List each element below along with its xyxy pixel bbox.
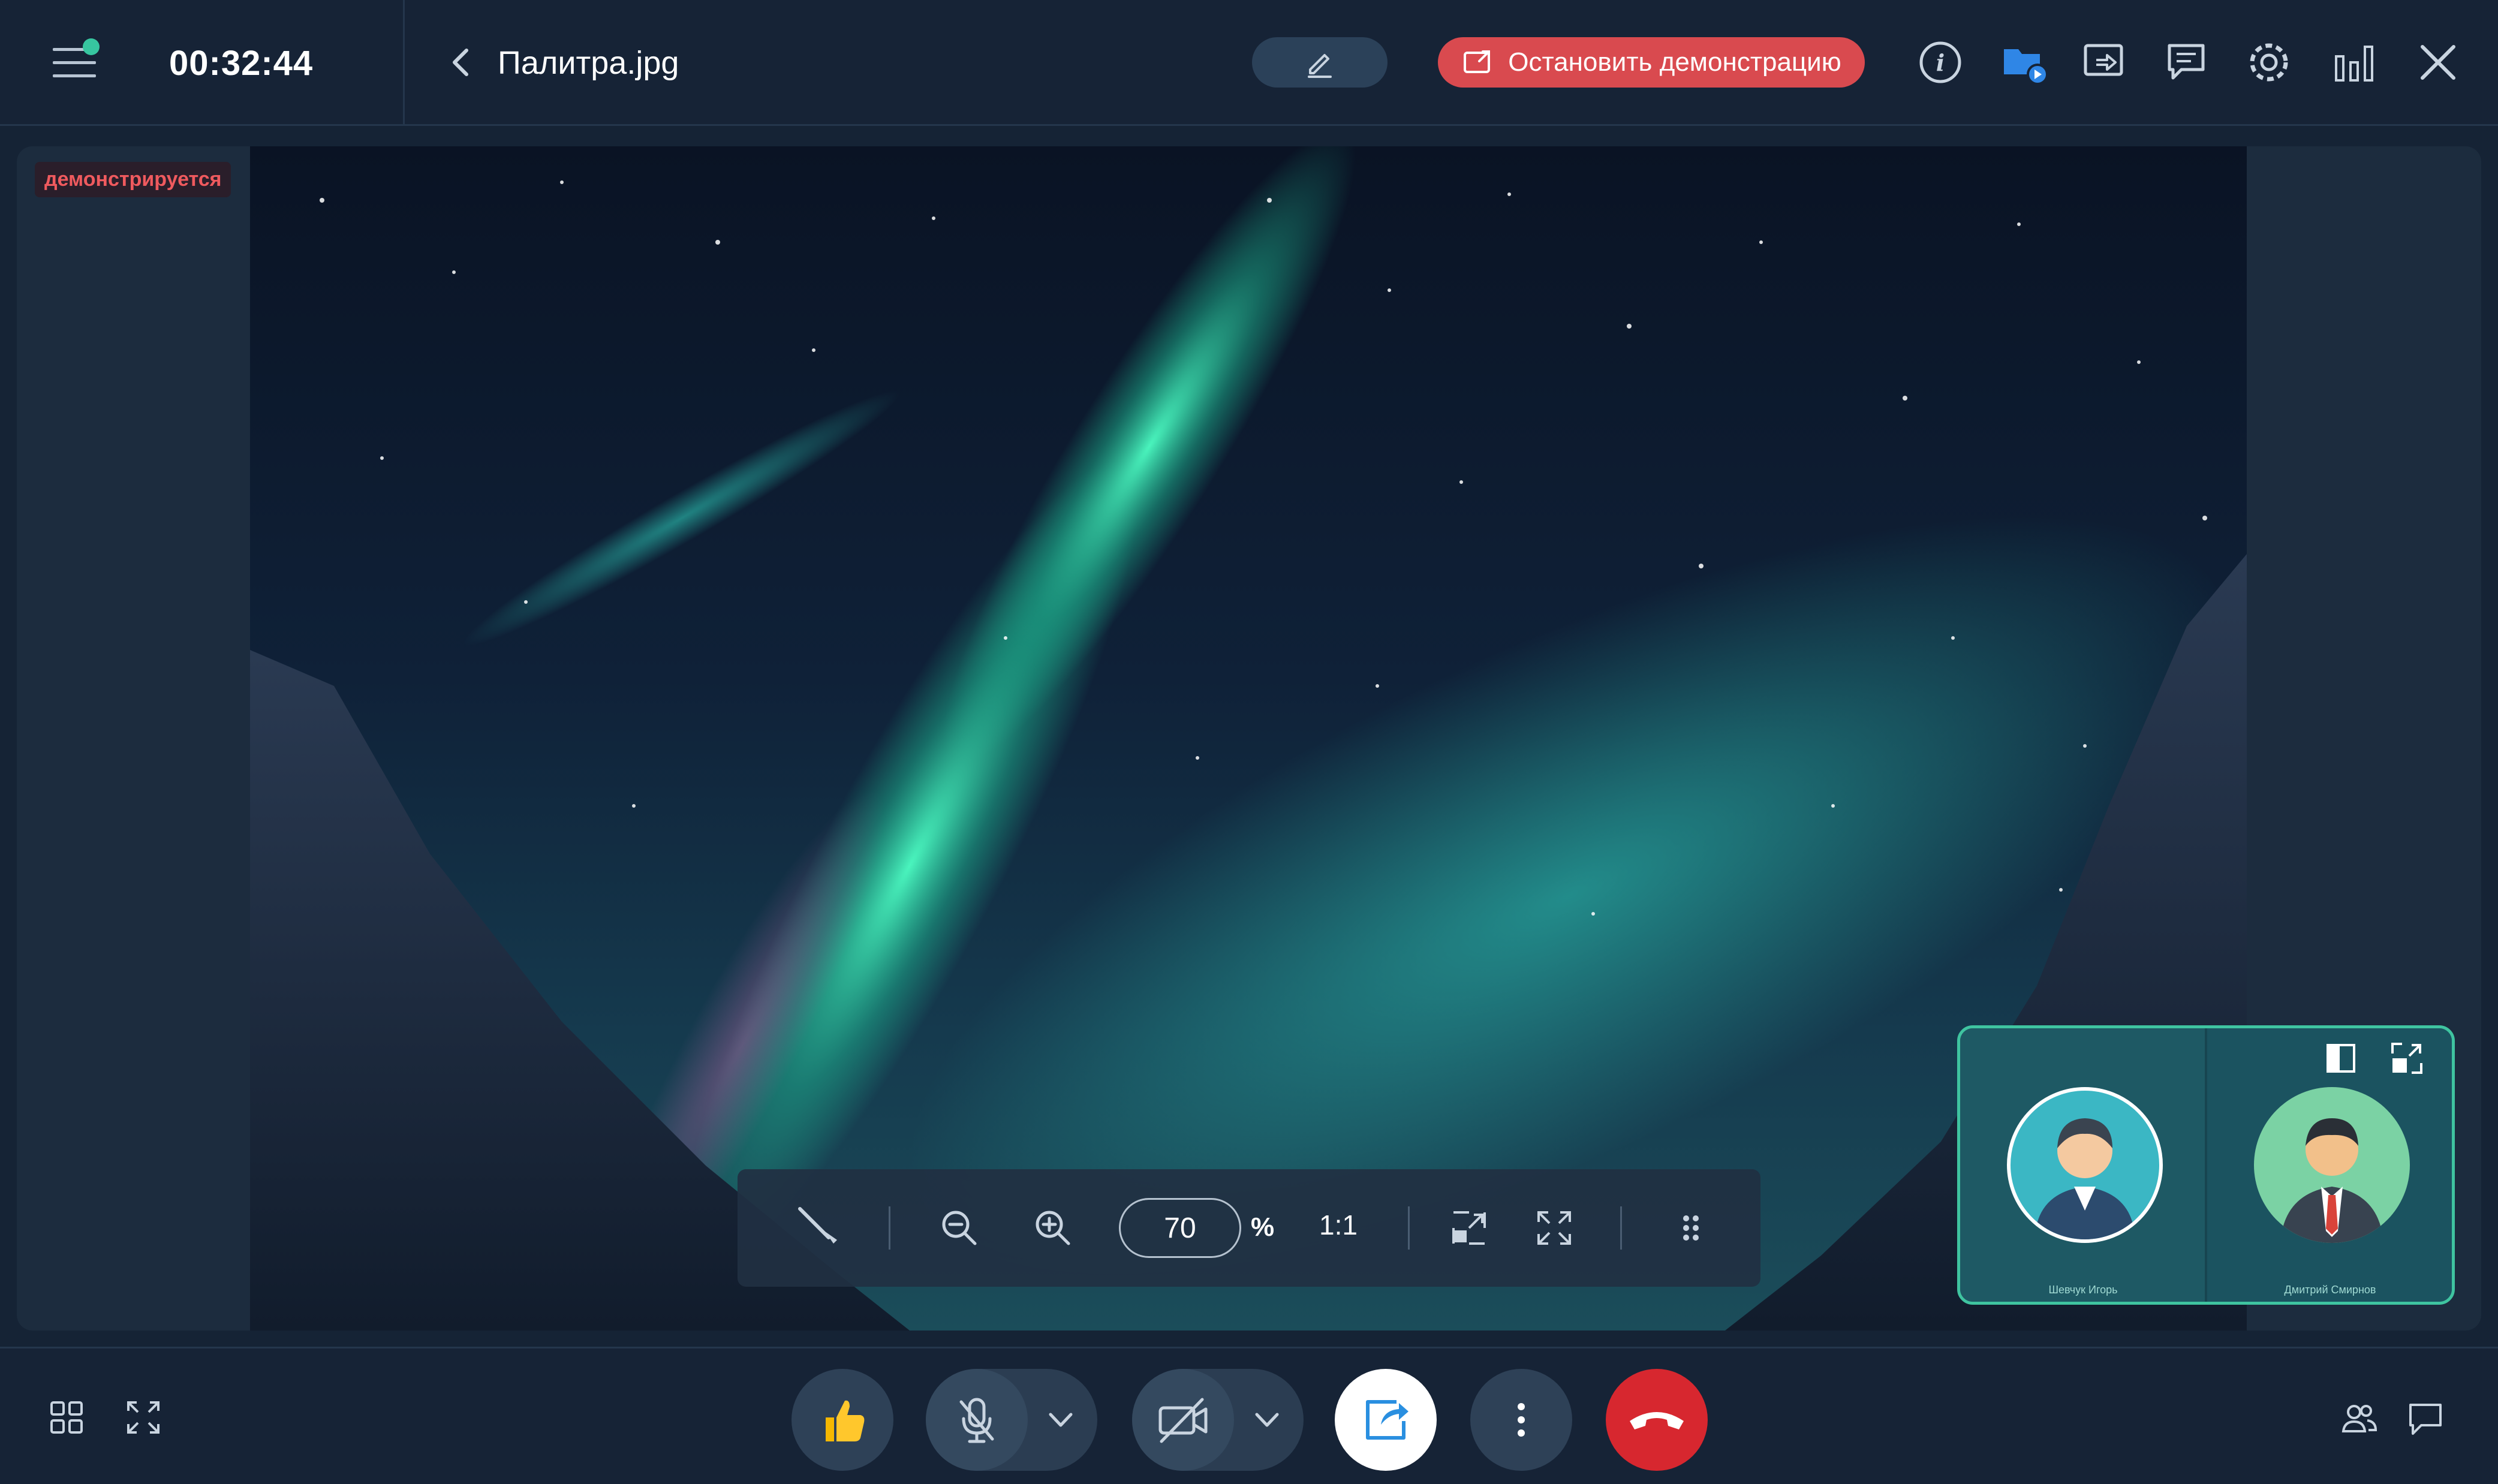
settings-icon[interactable] xyxy=(2245,38,2293,86)
thumbs-up-icon xyxy=(826,1400,865,1441)
avatar xyxy=(2254,1087,2410,1243)
camera-off-icon[interactable] xyxy=(1132,1369,1234,1471)
stop-demo-button[interactable]: Остановить демонстрацию xyxy=(1438,37,1865,88)
participants-icon[interactable] xyxy=(2339,1398,2380,1440)
file-name: Палитра.jpg xyxy=(498,45,679,81)
close-icon[interactable] xyxy=(2414,38,2462,86)
back-icon[interactable] xyxy=(443,43,481,82)
zoom-in-icon[interactable] xyxy=(1029,1200,1077,1256)
chevron-down-icon[interactable] xyxy=(1040,1399,1082,1441)
info-icon[interactable]: i xyxy=(1916,38,1964,86)
zoom-unit: % xyxy=(1251,1212,1275,1242)
pointer-icon[interactable] xyxy=(791,1200,847,1256)
actual-size-button[interactable]: 1:1 xyxy=(1319,1209,1358,1241)
stats-icon[interactable] xyxy=(2330,38,2378,86)
fullscreen-icon[interactable] xyxy=(1530,1200,1578,1256)
zoom-input[interactable] xyxy=(1119,1198,1241,1258)
toolbar-divider xyxy=(1620,1206,1622,1250)
toolbar-divider xyxy=(889,1206,890,1250)
layout-toggle-icon[interactable] xyxy=(2323,1040,2359,1076)
divider xyxy=(403,0,405,126)
drag-handle-icon[interactable] xyxy=(1673,1200,1709,1256)
hang-up-icon xyxy=(1630,1412,1684,1429)
zoom-out-icon[interactable] xyxy=(935,1200,983,1256)
reaction-button[interactable] xyxy=(791,1369,893,1471)
expand-icon[interactable] xyxy=(2389,1040,2425,1076)
stop-share-icon xyxy=(1464,50,1491,73)
avatar xyxy=(2007,1087,2163,1243)
hang-up-button[interactable] xyxy=(1606,1369,1708,1471)
microphone-off-icon[interactable] xyxy=(926,1369,1028,1471)
stop-demo-label: Остановить демонстрацию xyxy=(1508,47,1841,77)
top-bar: 00:32:44 Палитра.jpg Остановить демонстр… xyxy=(0,0,2498,126)
participants-panel: Шевчук Игорь Дмитрий Смирнов xyxy=(1957,1025,2455,1305)
participant-tile[interactable]: Шевчук Игорь xyxy=(1960,1028,2206,1302)
participant-name: Дмитрий Смирнов xyxy=(2284,1284,2376,1296)
chevron-down-icon[interactable] xyxy=(1246,1399,1288,1441)
demo-status-badge: демонстрируется xyxy=(35,162,231,197)
participant-name: Шевчук Игорь xyxy=(2048,1284,2118,1296)
more-button[interactable] xyxy=(1470,1369,1572,1471)
screen-share-icon[interactable] xyxy=(2081,38,2129,86)
share-screen-button[interactable] xyxy=(1335,1369,1437,1471)
chat-icon[interactable] xyxy=(2163,38,2211,86)
microphone-control[interactable] xyxy=(926,1369,1097,1471)
bottom-bar xyxy=(0,1347,2498,1484)
grid-view-icon[interactable] xyxy=(46,1396,88,1438)
pencil-icon xyxy=(1308,54,1332,78)
toolbar-divider xyxy=(1408,1206,1410,1250)
shared-image xyxy=(250,146,2247,1331)
camera-control[interactable] xyxy=(1132,1369,1304,1471)
edit-button[interactable] xyxy=(1252,37,1388,88)
fullscreen-icon[interactable] xyxy=(122,1396,164,1438)
image-viewer-toolbar: % 1:1 xyxy=(738,1169,1760,1287)
svg-text:i: i xyxy=(1936,49,1945,76)
status-dot xyxy=(83,38,100,55)
call-timer: 00:32:44 xyxy=(169,44,314,83)
fit-screen-icon[interactable] xyxy=(1445,1200,1493,1256)
shared-files-icon[interactable] xyxy=(2000,38,2048,86)
more-icon xyxy=(1518,1403,1525,1437)
share-screen-icon xyxy=(1366,1400,1408,1440)
chat-icon[interactable] xyxy=(2404,1398,2446,1440)
